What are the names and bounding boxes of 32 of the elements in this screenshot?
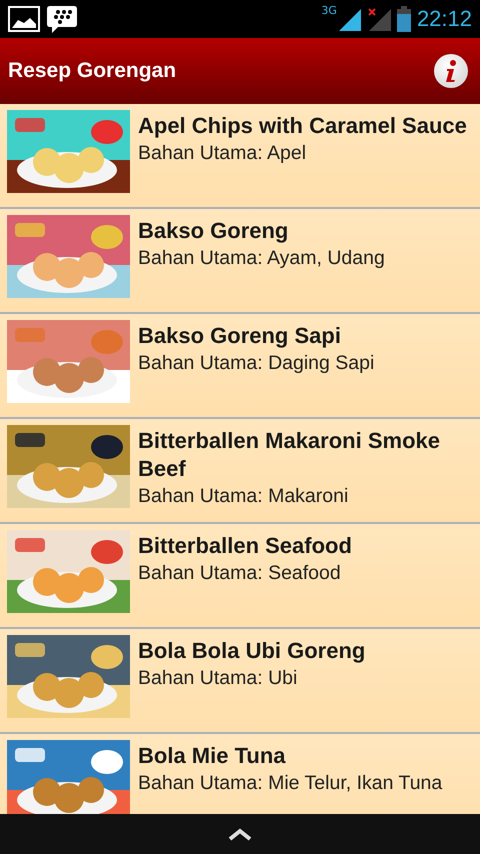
recipe-ingredients: Bahan Utama: Makaroni	[138, 485, 350, 508]
recipe-ingredients: Bahan Utama: Ayam, Udang	[138, 247, 386, 270]
info-button[interactable]	[434, 54, 468, 88]
recipe-item[interactable]: Bakso Goreng Bahan Utama: Ayam, Udang	[0, 209, 480, 314]
recipe-ingredients: Bahan Utama: Seafood	[138, 562, 342, 585]
recipe-item[interactable]: Apel Chips with Caramel Sauce Bahan Utama: Apel	[0, 104, 480, 209]
recipe-item[interactable]: Bakso Goreng Sapi Bahan Utama: Daging Sapi	[0, 314, 480, 419]
recipe-title: Bakso Goreng Sapi	[138, 322, 342, 350]
battery-icon	[396, 6, 411, 32]
info-icon	[444, 59, 458, 83]
recipe-item[interactable]: Bitterballen Seafood Bahan Utama: Seafood	[0, 524, 480, 629]
recipe-ingredients: Bahan Utama: Apel	[138, 142, 308, 165]
app-title: Resep Gorengan	[8, 59, 178, 83]
recipe-item[interactable]: Bola Mie Tuna Bahan Utama: Mie Telur, Ikan Tuna	[0, 734, 480, 814]
recipe-title: Bakso Goreng	[138, 217, 290, 245]
recipe-title: Bola Mie Tuna	[138, 742, 287, 770]
clock: 22:12	[416, 6, 472, 32]
chat-icon	[46, 4, 78, 34]
recipe-ingredients: Bahan Utama: Ubi	[138, 667, 298, 690]
chevron-up-icon[interactable]	[228, 827, 252, 841]
recipe-title: Apel Chips with Caramel Sauce	[138, 112, 468, 140]
recipe-item[interactable]: Bitterballen Makaroni Smoke Beef Bahan Utama: Makaroni	[0, 419, 480, 524]
recipe-title: Bitterballen Seafood	[138, 532, 353, 560]
gallery-icon	[8, 6, 40, 32]
recipe-item[interactable]: Bola Bola Ubi Goreng Bahan Utama: Ubi	[0, 629, 480, 734]
recipe-title: Bola Bola Ubi Goreng	[138, 637, 366, 665]
network-type: 3G	[321, 4, 337, 17]
no-signal-icon	[366, 7, 391, 31]
signal-icon	[336, 7, 361, 31]
recipe-title: Bitterballen Makaroni Smoke Beef	[138, 427, 441, 483]
recipe-ingredients: Bahan Utama: Daging Sapi	[138, 352, 376, 375]
recipe-ingredients: Bahan Utama: Mie Telur, Ikan Tuna	[138, 772, 444, 795]
